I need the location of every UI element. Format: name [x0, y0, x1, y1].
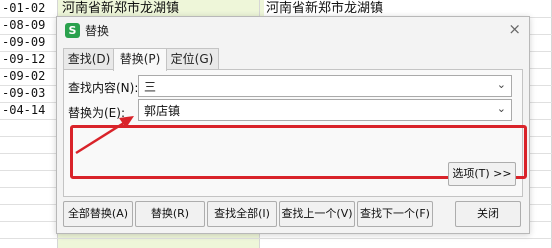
tab-replace[interactable]: 替换(P) [113, 48, 167, 71]
annotation-arrow-icon [75, 116, 134, 155]
